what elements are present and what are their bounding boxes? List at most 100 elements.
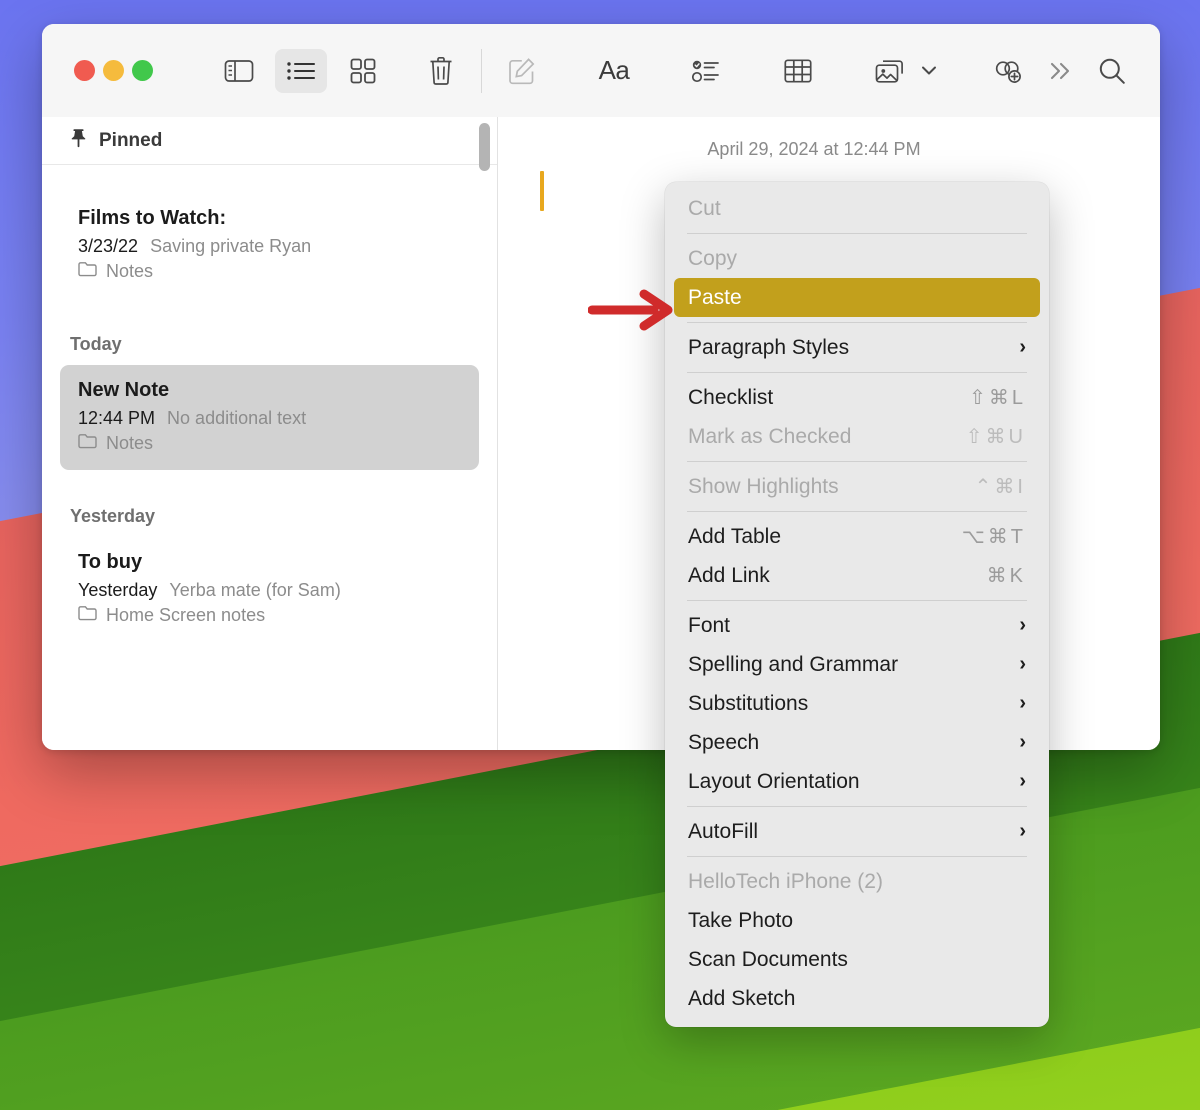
menu-item-label: Copy xyxy=(688,247,1026,271)
note-date: Yesterday xyxy=(78,580,157,601)
table-icon[interactable] xyxy=(772,49,824,93)
list-item[interactable]: To buy Yesterday Yerba mate (for Sam) Ho… xyxy=(60,537,479,642)
menu-item-shortcut: ⇧⌘L xyxy=(949,385,1026,410)
menu-item-label: Substitutions xyxy=(688,692,1003,716)
menu-item-label: Speech xyxy=(688,731,1003,755)
menu-divider xyxy=(687,806,1027,807)
note-title: To buy xyxy=(78,551,461,574)
menu-divider xyxy=(687,600,1027,601)
folder-icon xyxy=(78,605,97,626)
list-item[interactable]: Films to Watch: 3/23/22 Saving private R… xyxy=(60,193,479,298)
menu-item-label: Scan Documents xyxy=(688,948,1026,972)
sidebar-scrollbar[interactable] xyxy=(479,123,490,171)
list-view-icon[interactable] xyxy=(275,49,327,93)
compose-icon[interactable] xyxy=(496,49,548,93)
note-meta: 12:44 PM No additional text xyxy=(78,408,461,429)
notes-list-sidebar: Pinned Films to Watch: 3/23/22 Saving pr… xyxy=(42,117,498,750)
menu-item-label: HelloTech iPhone (2) xyxy=(688,870,1026,894)
format-icon[interactable]: Aa xyxy=(588,49,640,93)
chevron-right-icon: › xyxy=(1003,692,1026,715)
traffic-lights xyxy=(42,60,213,81)
menu-item-label: Show Highlights xyxy=(688,475,955,499)
menu-item-cut[interactable]: Cut xyxy=(674,189,1040,228)
chevron-right-icon: › xyxy=(1003,770,1026,793)
folder-icon xyxy=(78,261,97,282)
menu-item-shortcut: ⌥⌘T xyxy=(942,524,1026,549)
menu-item-take-photo[interactable]: Take Photo xyxy=(674,901,1040,940)
menu-item-shortcut: ⌘K xyxy=(967,563,1026,588)
folder-name: Notes xyxy=(106,261,153,282)
sidebar-toggle-icon[interactable] xyxy=(213,49,265,93)
note-meta: 3/23/22 Saving private Ryan xyxy=(78,236,461,257)
menu-item-label: Layout Orientation xyxy=(688,770,1003,794)
note-date: 3/23/22 xyxy=(78,236,138,257)
note-date-header: April 29, 2024 at 12:44 PM xyxy=(498,139,1160,160)
context-menu: Cut Copy Paste Paragraph Styles › Checkl… xyxy=(665,182,1049,1027)
menu-item-mark-as-checked[interactable]: Mark as Checked ⇧⌘U xyxy=(674,417,1040,456)
menu-item-speech[interactable]: Speech › xyxy=(674,723,1040,762)
menu-item-label: AutoFill xyxy=(688,820,1003,844)
menu-item-shortcut: ⌃⌘I xyxy=(955,474,1026,499)
note-folder: Notes xyxy=(78,433,461,454)
menu-divider xyxy=(687,511,1027,512)
menu-item-label: Take Photo xyxy=(688,909,1026,933)
menu-item-paste[interactable]: Paste xyxy=(674,278,1040,317)
more-icon[interactable] xyxy=(1034,49,1086,93)
menu-item-show-highlights[interactable]: Show Highlights ⌃⌘I xyxy=(674,467,1040,506)
chevron-right-icon: › xyxy=(1003,731,1026,754)
menu-item-label: Add Sketch xyxy=(688,987,1026,1011)
annotation-arrow-icon xyxy=(588,288,676,332)
note-meta: Yesterday Yerba mate (for Sam) xyxy=(78,580,461,601)
menu-item-add-link[interactable]: Add Link ⌘K xyxy=(674,556,1040,595)
menu-item-label: Add Link xyxy=(688,564,967,588)
menu-item-font[interactable]: Font › xyxy=(674,606,1040,645)
close-window-button[interactable] xyxy=(74,60,95,81)
chevron-right-icon: › xyxy=(1003,336,1026,359)
note-title: Films to Watch: xyxy=(78,207,461,230)
menu-item-paragraph-styles[interactable]: Paragraph Styles › xyxy=(674,328,1040,367)
menu-divider xyxy=(687,372,1027,373)
note-folder: Home Screen notes xyxy=(78,605,461,626)
desktop-wallpaper: Aa xyxy=(0,0,1200,1110)
chevron-down-icon[interactable] xyxy=(916,49,942,93)
menu-section-header-hellotech-iphone: HelloTech iPhone (2) xyxy=(674,862,1040,901)
search-icon[interactable] xyxy=(1086,49,1138,93)
menu-item-label: Mark as Checked xyxy=(688,425,946,449)
menu-item-autofill[interactable]: AutoFill › xyxy=(674,812,1040,851)
menu-item-layout-orientation[interactable]: Layout Orientation › xyxy=(674,762,1040,801)
menu-item-add-table[interactable]: Add Table ⌥⌘T xyxy=(674,517,1040,556)
menu-item-label: Paragraph Styles xyxy=(688,336,1003,360)
menu-item-label: Font xyxy=(688,614,1003,638)
menu-item-label: Paste xyxy=(688,286,1026,310)
menu-item-spelling-and-grammar[interactable]: Spelling and Grammar › xyxy=(674,645,1040,684)
minimize-window-button[interactable] xyxy=(103,60,124,81)
menu-item-substitutions[interactable]: Substitutions › xyxy=(674,684,1040,723)
menu-item-label: Add Table xyxy=(688,525,942,549)
menu-item-shortcut: ⇧⌘U xyxy=(946,424,1026,449)
collaborate-icon[interactable] xyxy=(982,49,1034,93)
note-date: 12:44 PM xyxy=(78,408,155,429)
media-icon[interactable] xyxy=(864,49,916,93)
menu-item-checklist[interactable]: Checklist ⇧⌘L xyxy=(674,378,1040,417)
menu-item-add-sketch[interactable]: Add Sketch xyxy=(674,979,1040,1018)
pin-icon xyxy=(70,128,87,153)
menu-divider xyxy=(687,233,1027,234)
menu-divider xyxy=(687,461,1027,462)
chevron-right-icon: › xyxy=(1003,820,1026,843)
checklist-icon[interactable] xyxy=(680,49,732,93)
maximize-window-button[interactable] xyxy=(132,60,153,81)
text-cursor xyxy=(540,171,544,211)
menu-item-scan-documents[interactable]: Scan Documents xyxy=(674,940,1040,979)
note-snippet: Yerba mate (for Sam) xyxy=(169,580,340,601)
toolbar-divider xyxy=(481,49,482,93)
gallery-view-icon[interactable] xyxy=(337,49,389,93)
trash-icon[interactable] xyxy=(415,49,467,93)
menu-item-copy[interactable]: Copy xyxy=(674,239,1040,278)
pinned-section-header: Pinned xyxy=(42,117,497,165)
pinned-label: Pinned xyxy=(99,130,162,152)
folder-icon xyxy=(78,433,97,454)
menu-item-label: Cut xyxy=(688,197,1026,221)
note-folder: Notes xyxy=(78,261,461,282)
note-snippet: No additional text xyxy=(167,408,306,429)
list-item[interactable]: New Note 12:44 PM No additional text Not… xyxy=(60,365,479,470)
